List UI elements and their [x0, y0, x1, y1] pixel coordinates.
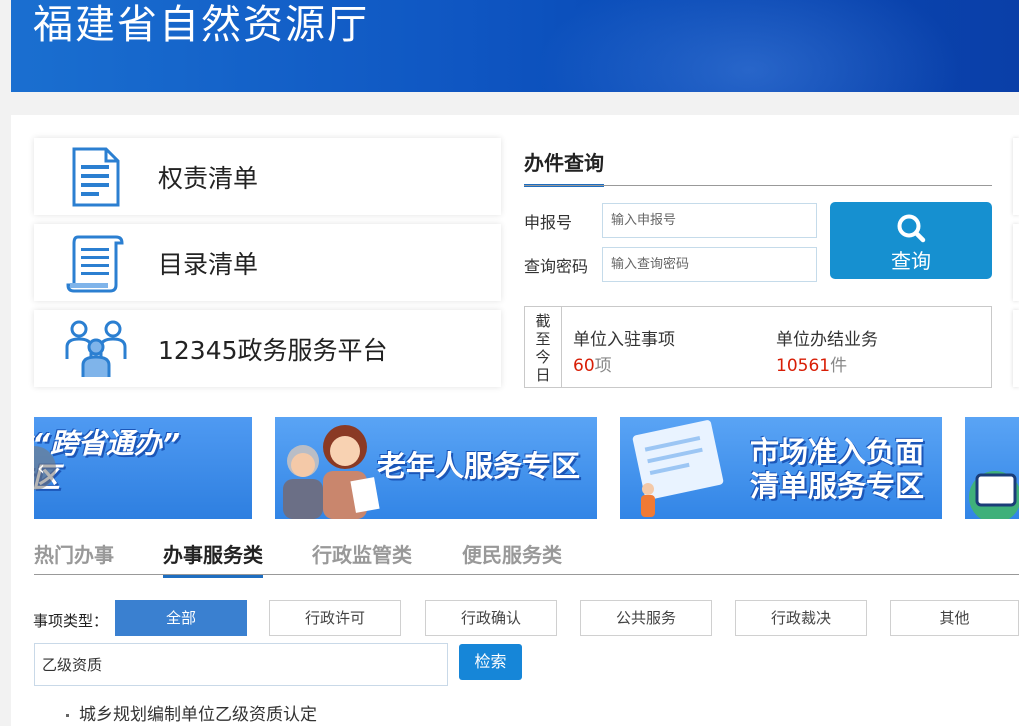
tab-office-services[interactable]: 办事服务类 [163, 539, 263, 578]
document-list-icon [72, 147, 120, 206]
filter-admin-confirmation[interactable]: 行政确认 [425, 600, 557, 636]
site-title: 福建省自然资源厅 [33, 2, 369, 48]
quick-link-label: 权责清单 [158, 163, 259, 193]
edge-card [1013, 224, 1019, 301]
query-button-label: 查询 [891, 249, 931, 273]
filter-all[interactable]: 全部 [115, 600, 247, 636]
site-header: 福建省自然资源厅 [11, 0, 1019, 92]
stat-unit: 件 [830, 356, 848, 376]
stat-value: 10561 [776, 356, 831, 376]
main-panel: 权责清单 目录清单 12345政务服务平台 办件查询 申报号 输入申报号 查询密… [11, 115, 1019, 726]
application-number-input[interactable] [602, 203, 817, 238]
category-tabs: 热门办事 办事服务类 行政监管类 便民服务类 [34, 535, 1019, 578]
stats-box: 截 至 今 日 单位入驻事项 60项 单位办结业务 10561件 [524, 306, 992, 388]
banner-next-partial[interactable] [965, 417, 1019, 519]
quick-link-catalog-list[interactable]: 目录清单 [34, 224, 501, 301]
query-divider [524, 185, 992, 186]
banner-elderly-service[interactable]: 老年人服务专区 [275, 417, 597, 519]
stat-unit: 项 [594, 356, 612, 376]
quick-link-label: 目录清单 [158, 249, 259, 279]
stats-date-label: 截 至 今 日 [525, 307, 562, 387]
stat-entered-items: 单位入驻事项 60项 [573, 330, 675, 376]
computer-illustration [969, 471, 1019, 519]
query-title: 办件查询 [524, 147, 604, 187]
bullet-icon [66, 713, 69, 717]
edge-card [1013, 310, 1019, 387]
application-number-label: 申报号 [524, 213, 573, 232]
document-illustration [632, 420, 724, 517]
tab-convenience-services[interactable]: 便民服务类 [462, 539, 562, 575]
query-password-label: 查询密码 [524, 257, 589, 276]
filter-public-service[interactable]: 公共服务 [580, 600, 712, 636]
banner-carousel: 福建省“跨省通办” 服务专区 老年人服务专区 [34, 417, 1019, 519]
search-button[interactable]: 检索 [459, 644, 522, 680]
item-search-input[interactable] [34, 643, 448, 686]
stat-completed-business: 单位办结业务 10561件 [776, 330, 878, 376]
quick-link-label: 12345政务服务平台 [158, 335, 388, 365]
tab-admin-supervision[interactable]: 行政监管类 [312, 539, 412, 575]
filter-admin-ruling[interactable]: 行政裁决 [735, 600, 867, 636]
filter-admin-license[interactable]: 行政许可 [269, 600, 401, 636]
banner-market-access[interactable]: 市场准入负面 清单服务专区 [620, 417, 942, 519]
tab-hot-services[interactable]: 热门办事 [34, 539, 114, 575]
banner-cross-province[interactable]: 福建省“跨省通办” 服务专区 [34, 417, 252, 519]
query-button[interactable]: 查询 [830, 202, 992, 279]
search-icon [897, 214, 926, 243]
quick-link-12345-platform[interactable]: 12345政务服务平台 [34, 310, 501, 387]
filter-other[interactable]: 其他 [890, 600, 1019, 636]
item-type-label: 事项类型： [33, 612, 109, 630]
quick-link-responsibility-list[interactable]: 权责清单 [34, 138, 501, 215]
stat-value: 60 [573, 356, 595, 376]
chevron-left-icon: ‹ [37, 456, 45, 480]
result-list: 城乡规划编制单位乙级资质认定 [66, 700, 317, 725]
people-group-icon [65, 320, 127, 377]
scroll-list-icon [66, 235, 124, 292]
edge-card [1013, 138, 1019, 215]
list-item[interactable]: 城乡规划编制单位乙级资质认定 [66, 700, 317, 725]
query-password-input[interactable] [602, 247, 817, 282]
elderly-illustration [283, 425, 380, 519]
header-decoration [539, 0, 959, 92]
